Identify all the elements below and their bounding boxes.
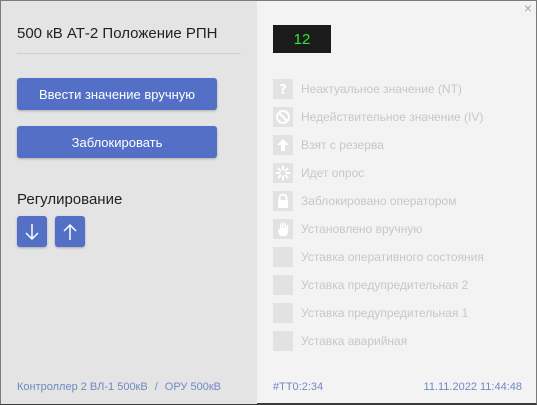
regulation-up-button[interactable] <box>55 216 85 247</box>
status-item-reserve: Взят с резерва <box>273 135 384 155</box>
status-label: Недействительное значение (IV) <box>301 110 484 124</box>
footer-location-name: ОРУ 500кВ <box>164 381 221 393</box>
footer-tag: #ТТ0:2:34 <box>273 381 324 393</box>
status-label: Неактуальное значение (NT) <box>301 82 462 96</box>
status-item-setpoint-operational: Уставка оперативного состояния <box>273 247 484 267</box>
footer-separator: / <box>154 381 158 393</box>
arrow-down-icon <box>25 223 39 240</box>
block-button[interactable]: Заблокировать <box>17 126 217 158</box>
status-item-manual: Установлено вручную <box>273 219 422 239</box>
status-label: Установлено вручную <box>301 222 423 236</box>
blank-square-icon <box>273 331 293 351</box>
status-item-blocked: Заблокировано оператором <box>273 191 456 211</box>
blank-square-icon <box>273 275 293 295</box>
loading-icon <box>273 163 293 183</box>
status-item-setpoint-warning-1: Уставка предупредительная 1 <box>273 303 468 323</box>
status-label: Заблокировано оператором <box>301 194 457 208</box>
status-label: Идет опрос <box>301 166 365 180</box>
footer-timestamp: 11.11.2022 11:44:48 <box>423 381 522 393</box>
hand-icon <box>273 219 293 239</box>
status-item-polling: Идет опрос <box>273 163 364 183</box>
blank-square-icon <box>273 303 293 323</box>
question-icon: ? <box>273 79 293 99</box>
status-label: Уставка предупредительная 1 <box>301 306 469 320</box>
footer-location: Контроллер 2 ВЛ-1 500кВ / ОРУ 500кВ <box>17 381 221 393</box>
upload-icon <box>273 135 293 155</box>
regulation-down-button[interactable] <box>17 216 47 247</box>
regulation-label: Регулирование <box>17 191 123 208</box>
manual-entry-button[interactable]: Ввести значение вручную <box>17 78 217 110</box>
close-button[interactable]: × <box>524 0 532 16</box>
arrow-up-icon <box>63 223 77 240</box>
rpn-position-dialog: 500 кВ АТ-2 Положение РПН Ввести значени… <box>0 0 537 405</box>
status-item-setpoint-emergency: Уставка аварийная <box>273 331 407 351</box>
status-label: Уставка предупредительная 2 <box>301 278 469 292</box>
status-item-setpoint-warning-2: Уставка предупредительная 2 <box>273 275 468 295</box>
control-panel: 500 кВ АТ-2 Положение РПН Ввести значени… <box>1 1 257 404</box>
footer-controller: Контроллер 2 ВЛ-1 500кВ <box>17 381 148 393</box>
status-label: Уставка аварийная <box>301 334 408 348</box>
status-label: Уставка оперативного состояния <box>301 250 484 264</box>
svg-text:?: ? <box>279 83 287 96</box>
prohibited-icon <box>273 107 293 127</box>
status-item-invalid: Недействительное значение (IV) <box>273 107 483 127</box>
title-divider <box>17 53 241 54</box>
lock-icon <box>273 191 293 211</box>
dialog-title: 500 кВ АТ-2 Положение РПН <box>17 25 218 42</box>
status-item-not-topical: ? Неактуальное значение (NT) <box>273 79 462 99</box>
current-value-display: 12 <box>273 25 331 53</box>
status-label: Взят с резерва <box>301 138 384 152</box>
blank-square-icon <box>273 247 293 267</box>
